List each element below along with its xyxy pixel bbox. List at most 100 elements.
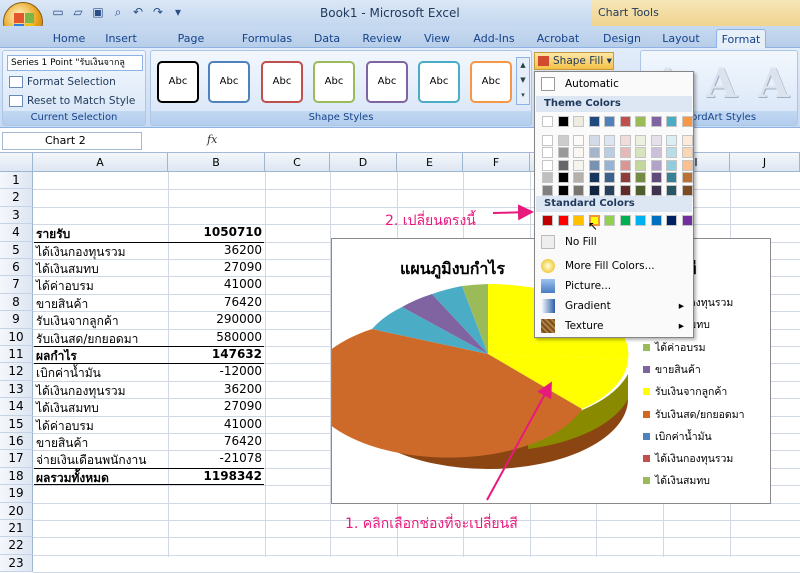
row-header[interactable]: 16	[0, 433, 33, 451]
row-header[interactable]: 6	[0, 259, 33, 277]
theme-color-swatch[interactable]	[666, 134, 677, 146]
cell-label[interactable]: ได้เงินสมทบ	[36, 260, 99, 279]
new-icon[interactable]: ▭	[50, 4, 66, 20]
theme-color-swatch[interactable]	[557, 184, 569, 196]
cell-value[interactable]: 36200	[168, 243, 262, 257]
theme-color-swatch[interactable]	[650, 116, 662, 127]
row-header[interactable]: 20	[0, 502, 33, 520]
row-header[interactable]: 2	[0, 189, 33, 207]
more-fill-colors-option[interactable]: More Fill Colors...	[536, 256, 692, 276]
cell-value[interactable]: -21078	[168, 451, 262, 465]
tab-page-layout[interactable]: Page Layout	[158, 29, 224, 64]
theme-color-swatch[interactable]	[588, 116, 600, 127]
cell-label[interactable]: รับเงินจากลูกค้า	[36, 312, 119, 331]
theme-color-swatch[interactable]	[681, 172, 693, 183]
tab-review[interactable]: Review	[360, 29, 404, 48]
theme-color-swatch[interactable]	[650, 172, 662, 183]
cell-value[interactable]: 1198342	[168, 469, 262, 483]
row-header[interactable]: 19	[0, 485, 33, 503]
theme-color-swatch[interactable]	[681, 159, 693, 171]
standard-color-swatch[interactable]	[681, 215, 693, 226]
column-header-b[interactable]: B	[168, 153, 265, 172]
theme-color-swatch[interactable]	[635, 116, 646, 127]
theme-color-swatch[interactable]	[635, 184, 646, 196]
open-icon[interactable]: ▱	[70, 4, 86, 20]
theme-color-swatch[interactable]	[557, 116, 569, 127]
theme-color-swatch[interactable]	[557, 147, 569, 158]
theme-color-swatch[interactable]	[681, 147, 693, 158]
standard-color-swatch[interactable]	[619, 215, 631, 226]
wordart-style-3[interactable]: A	[758, 62, 798, 106]
legend-item[interactable]: เบิกค่าน้ำมัน	[643, 428, 712, 445]
cell-label[interactable]: เบิกค่าน้ำมัน	[36, 364, 101, 383]
chart-element-dropdown[interactable]: Series 1 Point "รับเงินจากลู	[7, 55, 143, 71]
theme-color-swatch[interactable]	[557, 172, 569, 183]
row-header[interactable]: 21	[0, 520, 33, 538]
column-header-d[interactable]: D	[330, 153, 397, 172]
cell-value[interactable]: 36200	[168, 382, 262, 396]
row-header[interactable]: 3	[0, 206, 33, 225]
theme-color-swatch[interactable]	[666, 159, 677, 171]
cell-label[interactable]: ได้เงินกองทุนรวม	[36, 243, 126, 262]
legend-item[interactable]: ขายสินค้า	[643, 361, 701, 378]
theme-color-swatch[interactable]	[619, 159, 631, 171]
column-header-f[interactable]: F	[463, 153, 530, 172]
cell-value[interactable]: 290000	[168, 312, 262, 326]
theme-color-swatch[interactable]	[542, 184, 553, 196]
tab-add-ins[interactable]: Add-Ins	[470, 29, 518, 48]
tab-layout[interactable]: Layout	[660, 29, 702, 48]
theme-color-swatch[interactable]	[588, 147, 600, 158]
theme-color-swatch[interactable]	[588, 159, 600, 171]
tab-view[interactable]: View	[422, 29, 452, 48]
tab-data[interactable]: Data	[312, 29, 342, 48]
theme-color-swatch[interactable]	[557, 134, 569, 146]
standard-color-swatch[interactable]	[573, 215, 584, 226]
shape-style-2[interactable]: Abc	[208, 61, 250, 103]
tab-acrobat[interactable]: Acrobat	[535, 29, 581, 48]
theme-color-swatch[interactable]	[573, 159, 584, 171]
theme-color-swatch[interactable]	[542, 134, 553, 146]
shape-fill-button[interactable]: Shape Fill ▾	[534, 52, 614, 70]
tab-insert[interactable]: Insert	[102, 29, 140, 48]
row-header[interactable]: 13	[0, 380, 33, 399]
row-header[interactable]: 7	[0, 276, 33, 294]
theme-color-swatch[interactable]	[619, 134, 631, 146]
cell-value[interactable]: 76420	[168, 434, 262, 448]
standard-color-swatch[interactable]	[650, 215, 662, 226]
cell-label[interactable]: ขายสินค้า	[36, 434, 88, 453]
theme-color-swatch[interactable]	[573, 134, 584, 146]
column-header-c[interactable]: C	[265, 153, 330, 172]
row-header[interactable]: 17	[0, 450, 33, 468]
theme-color-swatch[interactable]	[604, 172, 615, 183]
theme-color-swatch[interactable]	[650, 147, 662, 158]
legend-item[interactable]: ได้เงินกองทุนรวม	[643, 450, 733, 467]
theme-color-swatch[interactable]	[604, 159, 615, 171]
row-header[interactable]: 5	[0, 241, 33, 259]
theme-color-swatch[interactable]	[604, 134, 615, 146]
name-box[interactable]: Chart 2	[2, 132, 142, 150]
cell-label[interactable]: ได้เงินกองทุนรวม	[36, 382, 126, 401]
theme-color-swatch[interactable]	[650, 134, 662, 146]
theme-color-swatch[interactable]	[604, 147, 615, 158]
legend-item[interactable]: รับเงินจากลูกค้า	[643, 383, 727, 400]
cell-value[interactable]: 580000	[168, 330, 262, 344]
row-header[interactable]: 23	[0, 554, 33, 573]
row-header[interactable]: 18	[0, 467, 33, 486]
standard-color-swatch[interactable]	[666, 215, 677, 226]
print-preview-icon[interactable]: ⌕	[110, 4, 126, 20]
cell-value[interactable]: 76420	[168, 295, 262, 309]
theme-color-swatch[interactable]	[635, 134, 646, 146]
save-icon[interactable]: ▣	[90, 4, 106, 20]
cell-value[interactable]: -12000	[168, 364, 262, 378]
theme-color-swatch[interactable]	[681, 134, 693, 146]
theme-color-swatch[interactable]	[619, 172, 631, 183]
row-header[interactable]: 9	[0, 311, 33, 329]
row-header[interactable]: 14	[0, 398, 33, 416]
format-selection-button[interactable]: Format Selection	[9, 76, 116, 88]
select-all-corner[interactable]	[0, 153, 33, 172]
column-header-e[interactable]: E	[397, 153, 463, 172]
row-header[interactable]: 8	[0, 293, 33, 312]
shape-style-1[interactable]: Abc	[157, 61, 199, 103]
standard-color-swatch[interactable]	[557, 215, 569, 226]
shape-style-3[interactable]: Abc	[261, 61, 303, 103]
